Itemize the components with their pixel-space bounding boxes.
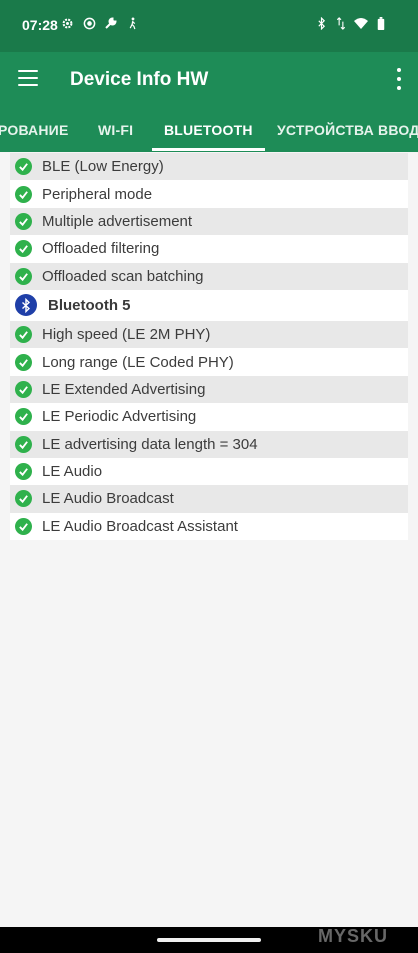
list-item: LE Audio Broadcast: [10, 485, 408, 513]
screen-record-icon: [82, 16, 96, 30]
section-header-label: Bluetooth 5: [48, 296, 131, 314]
list-item-label: LE Extended Advertising: [42, 380, 206, 398]
check-icon: [15, 353, 32, 371]
feature-list: BLE (Low Energy) Peripheral mode Multipl…: [10, 153, 408, 541]
wifi-icon: [354, 16, 368, 30]
app-title: Device Info HW: [70, 69, 209, 90]
app-bar: Device Info HW: [0, 52, 418, 108]
menu-icon[interactable]: [18, 70, 38, 86]
check-icon: [15, 267, 32, 285]
list-item: LE Audio: [10, 457, 408, 486]
status-right-icons: [314, 16, 388, 30]
status-bar: 07:28: [0, 0, 418, 52]
list-item-label: BLE (Low Energy): [42, 158, 164, 176]
list-item: Offloaded scan batching: [10, 262, 408, 290]
battery-icon: [374, 16, 388, 30]
list-item-label: LE Audio Broadcast Assistant: [42, 517, 238, 535]
list-item-label: LE Audio: [42, 463, 103, 481]
list-item-label: LE advertising data length = 304: [42, 435, 258, 453]
check-icon: [15, 490, 32, 508]
status-left-icons: [60, 16, 140, 30]
list-item: Peripheral mode: [10, 180, 408, 208]
list-item: High speed (LE 2M PHY): [10, 320, 408, 349]
list-item-label: Long range (LE Coded PHY): [42, 353, 234, 371]
tab-indicator: [152, 148, 265, 151]
bluetooth-icon: [314, 16, 328, 30]
tab-positioning[interactable]: РОВАНИЕ: [0, 122, 68, 138]
check-icon: [15, 517, 32, 535]
list-item: BLE (Low Energy): [10, 153, 408, 181]
list-item-label: LE Periodic Advertising: [42, 408, 197, 426]
check-icon: [15, 435, 32, 453]
list-item-label: Peripheral mode: [42, 185, 153, 203]
tab-input-devices[interactable]: УСТРОЙСТВА ВВОДА: [277, 122, 418, 138]
status-time: 07:28: [22, 17, 58, 33]
walk-icon: [126, 16, 140, 30]
check-icon: [15, 158, 32, 176]
check-icon: [15, 463, 32, 481]
check-icon: [15, 408, 32, 426]
list-item: LE Audio Broadcast Assistant: [10, 512, 408, 541]
check-icon: [15, 380, 32, 398]
list-item-label: High speed (LE 2M PHY): [42, 326, 211, 344]
list-item-label: LE Audio Broadcast: [42, 490, 174, 508]
list-item: LE Periodic Advertising: [10, 403, 408, 431]
data-arrows-icon: [334, 16, 348, 30]
tab-bluetooth[interactable]: BLUETOOTH: [164, 122, 253, 138]
more-vert-icon[interactable]: [396, 68, 402, 90]
list-item: LE Extended Advertising: [10, 375, 408, 404]
check-icon: [15, 326, 32, 344]
list-item: Multiple advertisement: [10, 207, 408, 236]
list-item: Offloaded filtering: [10, 235, 408, 263]
settings-icon: [60, 16, 74, 30]
list-item-label: Offloaded filtering: [42, 240, 160, 258]
home-gesture-handle[interactable]: [157, 938, 261, 942]
list-item-label: Multiple advertisement: [42, 212, 193, 230]
bluetooth-icon: [15, 294, 37, 317]
list-item: LE advertising data length = 304: [10, 430, 408, 458]
check-icon: [15, 185, 32, 203]
tab-wifi[interactable]: WI-FI: [98, 122, 133, 138]
list-item: Long range (LE Coded PHY): [10, 348, 408, 376]
check-icon: [15, 240, 32, 258]
check-icon: [15, 212, 32, 230]
tab-bar: РОВАНИЕ WI-FI BLUETOOTH УСТРОЙСТВА ВВОДА: [0, 108, 418, 152]
watermark: MYSKU: [317, 926, 388, 946]
section-header-bluetooth-5: Bluetooth 5: [10, 289, 408, 321]
wrench-icon: [104, 16, 118, 30]
list-item-label: Offloaded scan batching: [42, 267, 204, 285]
